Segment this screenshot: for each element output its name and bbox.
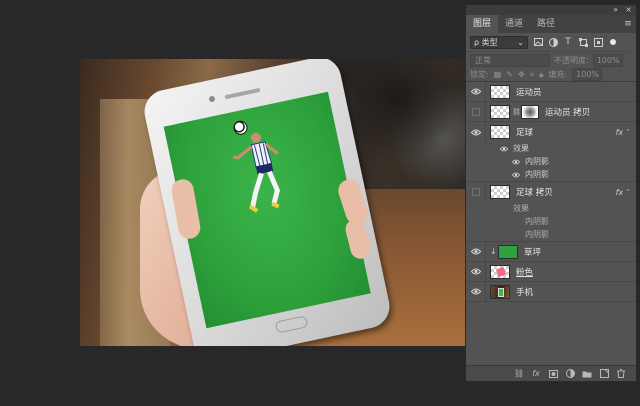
effect-row[interactable]: 内阴影	[466, 155, 636, 168]
chain-link-icon[interactable]: ⛓	[512, 108, 521, 116]
visibility-eye-icon[interactable]	[512, 172, 520, 178]
opacity-field[interactable]: 100%	[592, 53, 623, 67]
fill-label: 填充:	[548, 70, 568, 79]
link-layers-icon[interactable]: ⛓	[514, 369, 524, 379]
filter-kind-label: ρ 类型	[474, 37, 498, 47]
visibility-eye-icon[interactable]	[512, 159, 520, 165]
effect-name: 内阴影	[525, 217, 549, 226]
layer-row[interactable]: ↓ 草坪	[466, 242, 636, 262]
collapse-panel-icon[interactable]: »	[613, 5, 618, 15]
visibility-eye-icon[interactable]	[466, 82, 486, 101]
delete-layer-icon[interactable]	[616, 369, 626, 379]
effect-name: 内阴影	[525, 157, 549, 166]
layer-row[interactable]: 粉色	[466, 262, 636, 282]
tab-channels[interactable]: 通道	[498, 15, 530, 33]
layer-name[interactable]: 粉色	[516, 266, 533, 278]
fill-field[interactable]: 100%	[572, 68, 603, 81]
layer-thumbnail[interactable]	[490, 84, 510, 99]
layer-name[interactable]: 足球	[516, 126, 533, 138]
fx-icon[interactable]: fx	[531, 369, 541, 379]
add-mask-icon[interactable]	[548, 369, 558, 379]
layer-thumbnail[interactable]	[490, 284, 510, 299]
layer-name[interactable]: 运动员 拷贝	[545, 106, 590, 118]
layer-row[interactable]: ⛓ 运动员 拷贝	[466, 102, 636, 122]
effect-name: 内阴影	[525, 230, 549, 239]
layer-name[interactable]: 运动员	[516, 86, 542, 98]
layer-thumbnail[interactable]	[490, 185, 510, 199]
lock-all-icon[interactable]: 🔒︎	[539, 70, 543, 80]
layer-name[interactable]: 足球 拷贝	[516, 186, 553, 198]
layers-bottom-toolbar: ⛓ fx	[466, 365, 636, 381]
close-panel-icon[interactable]: ×	[625, 5, 632, 15]
clipping-mask-icon: ↓	[490, 247, 497, 256]
adjustment-filter-icon[interactable]	[548, 37, 558, 47]
fx-icon[interactable]: fx	[616, 188, 624, 197]
visibility-toggle-off[interactable]	[466, 102, 486, 121]
effect-row[interactable]: 内阴影	[466, 168, 636, 182]
smart-object-filter-icon[interactable]	[593, 37, 603, 47]
layer-thumbnail[interactable]	[490, 125, 510, 139]
layer-row[interactable]: 运动员	[466, 82, 636, 102]
document-canvas[interactable]	[80, 59, 465, 346]
layer-mask-thumbnail[interactable]	[521, 104, 539, 119]
layer-thumbnail[interactable]	[490, 104, 510, 119]
blend-row: 正常 不透明度: 100%	[466, 52, 636, 68]
effect-row[interactable]: 内阴影	[466, 228, 636, 242]
layer-name[interactable]: 手机	[516, 286, 533, 298]
layer-row[interactable]: 足球 fx ⌃	[466, 122, 636, 142]
effect-row[interactable]: 内阴影	[466, 215, 636, 228]
visibility-eye-icon[interactable]	[466, 122, 486, 142]
phone-camera	[208, 95, 216, 103]
layer-name[interactable]: 草坪	[524, 246, 541, 258]
layers-list: 运动员 ⛓ 运动员 拷贝 足球 fx ⌃ 效果 内阴影 内阴影 足球 拷贝 fx…	[466, 82, 636, 352]
new-layer-icon[interactable]	[599, 369, 609, 379]
soccer-player	[233, 132, 281, 213]
tab-layers[interactable]: 图层	[466, 15, 499, 33]
lock-row: 锁定: ▦ ✎ ✥ ⌗ 🔒︎ 填充: 100%	[466, 68, 636, 82]
type-filter-icon[interactable]: T	[563, 37, 573, 47]
fx-icon[interactable]: fx	[616, 128, 624, 137]
lock-transparent-icon[interactable]: ▦	[494, 70, 502, 79]
filter-toggle-icon[interactable]	[610, 39, 616, 45]
chevron-up-icon[interactable]: ⌃	[625, 128, 631, 136]
image-filter-icon[interactable]	[533, 37, 543, 47]
shape-filter-icon[interactable]	[578, 37, 588, 47]
layer-row[interactable]: 足球 拷贝 fx ⌃	[466, 182, 636, 202]
lock-artboard-icon[interactable]: ⌗	[530, 70, 535, 80]
visibility-eye-icon[interactable]	[466, 262, 486, 281]
blend-mode-select[interactable]: 正常	[470, 53, 550, 67]
filter-kind-select[interactable]: ρ 类型 ⌄	[470, 35, 528, 49]
lock-label: 锁定:	[470, 70, 489, 79]
panel-menu-icon[interactable]: ≡	[620, 15, 636, 33]
layer-row[interactable]: 手机	[466, 282, 636, 302]
visibility-eye-icon[interactable]	[466, 282, 486, 301]
effects-label: 效果	[513, 144, 529, 153]
chevron-down-icon: ⌄	[517, 37, 524, 47]
panel-title-bar[interactable]: » ×	[466, 5, 636, 15]
adjustment-layer-icon[interactable]	[565, 369, 575, 379]
layer-thumbnail[interactable]	[490, 264, 510, 279]
layer-thumbnail[interactable]	[498, 244, 518, 259]
layers-panel: » × 图层 通道 路径 ≡ ρ 类型 ⌄ T 正常 不透明度: 100% 锁定…	[465, 4, 637, 382]
lock-image-icon[interactable]: ✎	[506, 70, 513, 79]
phone-home-button	[274, 315, 309, 334]
lock-position-icon[interactable]: ✥	[518, 70, 525, 79]
effect-name: 内阴影	[525, 170, 549, 179]
chevron-up-icon[interactable]: ⌃	[625, 188, 631, 196]
visibility-eye-icon[interactable]	[500, 146, 508, 152]
visibility-eye-icon[interactable]	[466, 242, 486, 261]
tab-paths[interactable]: 路径	[530, 15, 562, 33]
layer-filter-row: ρ 类型 ⌄ T	[466, 33, 636, 52]
effects-row[interactable]: 效果	[466, 142, 636, 155]
new-group-icon[interactable]	[582, 369, 592, 379]
visibility-toggle-off[interactable]	[466, 182, 486, 202]
panel-tabs: 图层 通道 路径 ≡	[466, 15, 636, 33]
opacity-label: 不透明度:	[554, 55, 589, 65]
phone-speaker	[224, 87, 261, 100]
effects-label: 效果	[513, 204, 529, 213]
effects-row[interactable]: 效果	[466, 202, 636, 215]
